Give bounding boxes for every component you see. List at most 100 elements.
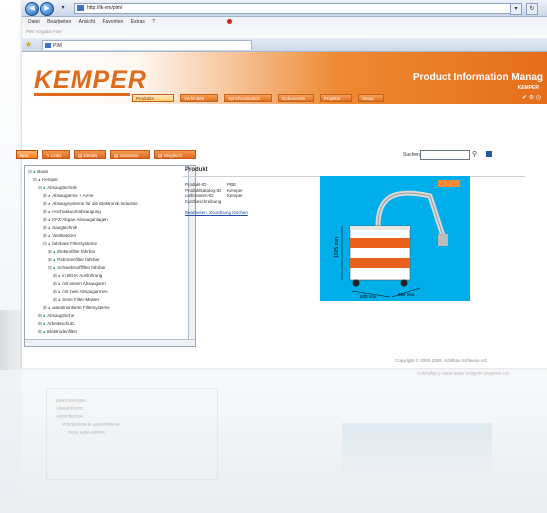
wheel	[352, 279, 360, 287]
tree-item[interactable]: ⊞ⅎ Patronenfilter fahrbar	[48, 256, 100, 263]
tree-item-label: Absaugarme + Arme	[52, 193, 94, 198]
reflected-product-image	[342, 423, 492, 483]
search-binoculars-icon[interactable]: ⚲	[472, 150, 477, 158]
tree-item[interactable]: ⊟ⅎ Kemper	[33, 176, 58, 183]
tree-item[interactable]: ⊞ⅎ KFZ-Abgas-Absauganlagen	[43, 216, 108, 223]
copyright-text: Copyright © 2000-2009. Köhlbau Software …	[395, 358, 488, 363]
menu-extras[interactable]: Extras	[131, 17, 145, 27]
refresh-icon[interactable]: ↻	[526, 3, 538, 15]
tree-item[interactable]: ⊞ⅎ in BGIA-Ausführung	[53, 272, 102, 279]
category-icon: ⅎ	[58, 273, 61, 278]
back-icon[interactable]: ◀	[25, 2, 39, 16]
category-icon: ⅎ	[43, 185, 46, 190]
tree-item-label: mit einem Absaugarm	[62, 281, 106, 286]
forward-icon[interactable]: ▶	[40, 2, 54, 16]
tree-item[interactable]: ⊞ⅎ Ventilatoren	[43, 232, 76, 239]
button-label: Details	[83, 153, 98, 158]
tree-item[interactable]: ⊞ⅎ Absaugarme + Arme	[43, 192, 93, 199]
address-dropdown-icon[interactable]: ▾	[510, 3, 522, 15]
favorites-text[interactable]: PIM Vorgabe Fixe	[26, 29, 62, 34]
nav-produkte[interactable]: Produkte	[132, 94, 174, 102]
nav-verbinden[interactable]: Verbinden	[180, 94, 218, 102]
tree-item[interactable]: ⊞ⅎ Absaugtische	[38, 312, 74, 319]
tree-item[interactable]: ⊞ⅎ Absaugsysteme für die Elektronik-Indus…	[43, 200, 138, 207]
category-tree: ⊟ⅎ Basis ⊟ⅎ Kemper ⊟ⅎ Absaugtechnik ⊞ⅎ Absaugar…	[24, 165, 196, 347]
new-button[interactable]: Neu	[16, 150, 38, 159]
favorites-star-icon[interactable]: ★	[25, 41, 32, 49]
nav-synchronisation[interactable]: Synchronisation	[224, 94, 272, 102]
nav-dokumente[interactable]: Dokumente	[278, 94, 314, 102]
tree-item[interactable]: ⊟ⅎ Schwebstofffilter fahrbar	[48, 264, 106, 271]
tree-item[interactable]: ⊞ⅎ Arbeitsschutz	[38, 320, 74, 327]
reflected-tree-row: Elektrodenfilter	[56, 398, 87, 403]
tab-bar: ★ PIM	[22, 38, 547, 52]
varianten-button[interactable]: ▤ Varianten	[110, 150, 150, 159]
links-button[interactable]: ✎ Links	[42, 150, 70, 159]
wheel	[400, 279, 408, 287]
nav-projekte[interactable]: Projekte	[320, 94, 352, 102]
tree-item-label: Elektrodenfilter	[47, 329, 78, 334]
menu-bearbeiten[interactable]: Bearbeiten	[47, 17, 71, 27]
category-icon: ⅎ	[48, 225, 51, 230]
height-dimension: 1025 mm	[334, 237, 340, 258]
tab-title: PIM	[53, 43, 62, 49]
category-icon: ⅎ	[33, 169, 36, 174]
tree-item-label: Absaugtische	[47, 313, 75, 318]
tree-item-label: Patronenfilter fahrbar	[57, 257, 100, 262]
menu-help[interactable]: ?	[152, 17, 155, 27]
menu-ansicht[interactable]: Ansicht	[79, 17, 95, 27]
category-icon: ⅎ	[38, 177, 41, 182]
tree-item[interactable]: ⊞ⅎ Elektrofilter fahrbar	[48, 248, 95, 255]
category-icon: ⅎ	[48, 305, 51, 310]
search-input[interactable]	[420, 150, 470, 160]
category-icon: ⅎ	[48, 193, 51, 198]
tree-item-label: fahrbare Filtersysteme	[52, 241, 98, 246]
search-options-icon[interactable]	[486, 151, 492, 157]
menu-datei[interactable]: Datei	[28, 17, 40, 27]
tree-item[interactable]: ⊞ⅎ mit einem Absaugarm	[53, 280, 106, 287]
product-fields: Produkt-ID PBE Produktkatalog-ID Kemper Li…	[185, 182, 243, 204]
company-label: KEMPER	[517, 85, 539, 91]
record-icon	[227, 19, 232, 24]
tree-item[interactable]: ⊞ⅎ Serie Filter-Master	[53, 296, 99, 303]
tree-item[interactable]: ⊟ⅎ Absaugtechnik	[38, 184, 77, 191]
nav-setup[interactable]: Setup	[358, 94, 384, 102]
tree-item[interactable]: ⊟ⅎ fahrbare Filtersysteme	[43, 240, 97, 247]
tree-item-label: Elektrofilter fahrbar	[57, 249, 96, 254]
page-icon	[77, 5, 84, 11]
mobile-filter-unit-drawing: 1025 mm 800 mm 665 mm	[334, 180, 460, 299]
product-links: Bearbeiten Zuordnung löschen	[185, 210, 248, 215]
button-label: Varianten	[119, 153, 139, 158]
nav-label: Setup	[362, 96, 374, 101]
header-action-icons[interactable]: ✔ ⚙ ◷	[522, 94, 541, 101]
tree-item[interactable]: ⊞ⅎ Saugtechnik	[43, 224, 77, 231]
tree-item-label: wandmontierte Filtersysteme	[52, 305, 110, 310]
tree-item-label: Absaugsysteme für die Elektronik-Industr…	[52, 201, 138, 206]
remove-assignment-link[interactable]: Zuordnung löschen	[209, 210, 248, 215]
menu-favoriten[interactable]: Favoriten	[102, 17, 123, 27]
tree-item-label: Absaugtechnik	[47, 185, 77, 190]
tree-item[interactable]: ⊞ⅎ wandmontierte Filtersysteme	[43, 304, 110, 311]
address-input[interactable]: http://lk-vm/pim/	[74, 3, 518, 14]
category-icon: ⅎ	[58, 297, 61, 302]
dropdown-icon[interactable]: ▾	[58, 3, 68, 13]
tree-item[interactable]: ⊞ⅎ Elektrodenfilter	[38, 328, 77, 335]
details-button[interactable]: ▤ Details	[74, 150, 106, 159]
nav-label: Dokumente	[282, 96, 306, 101]
tab-pim[interactable]: PIM	[42, 40, 252, 50]
orange-band-top	[350, 238, 410, 248]
tree-item[interactable]: ⊞ⅎ mit zwei Absaugarmen	[53, 288, 108, 295]
product-panel-title: Produkt	[185, 167, 208, 173]
tree-horizontal-scrollbar[interactable]	[25, 339, 195, 346]
field-value: Kemper	[227, 187, 243, 193]
menu-bar: Datei Bearbeiten Ansicht Favoriten Extra…	[22, 17, 547, 27]
app-header: KEMPER Product Information Manag KEMPER …	[22, 52, 547, 104]
tree-item[interactable]: ⊞ⅎ Hochvakuumabsaugung	[43, 208, 101, 215]
category-icon: ⅎ	[43, 313, 46, 318]
edit-link[interactable]: Bearbeiten	[185, 210, 207, 215]
button-label: Links	[51, 153, 62, 158]
nav-label: Verbinden	[184, 96, 205, 101]
nav-label: Projekte	[324, 96, 341, 101]
vergleich-button[interactable]: ▤ Vergleich	[154, 150, 196, 159]
tree-item[interactable]: ⊟ⅎ Basis	[28, 168, 48, 175]
